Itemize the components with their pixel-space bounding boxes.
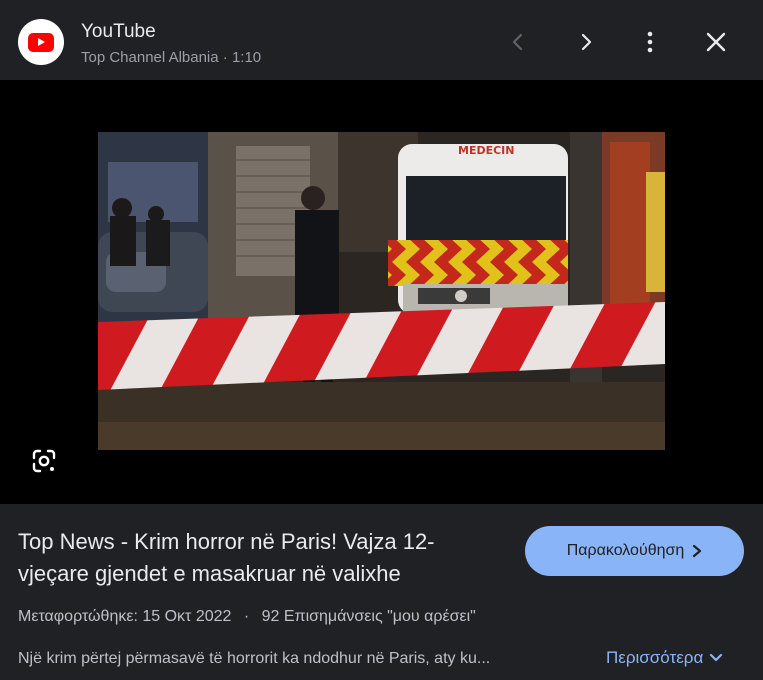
watch-button[interactable]: Παρακολούθηση (525, 526, 744, 576)
chevron-right-icon (693, 544, 702, 558)
more-vert-icon (647, 31, 653, 53)
google-lens-button[interactable] (25, 442, 63, 480)
header: YouTube Top Channel Albania · 1:10 (0, 0, 763, 80)
more-button[interactable]: Περισσότερα (606, 648, 723, 668)
upload-date: Μεταφορτώθηκε: 15 Οκτ 2022 (18, 608, 232, 625)
close-icon (706, 32, 726, 52)
like-count: 92 Επισημάνσεις "μου αρέσει" (261, 608, 476, 625)
source-meta: Top Channel Albania · 1:10 (81, 49, 261, 66)
youtube-logo[interactable] (18, 19, 64, 65)
youtube-logo-icon (28, 32, 54, 52)
close-button[interactable] (696, 22, 736, 62)
video-duration: 1:10 (231, 49, 262, 66)
more-options-button[interactable] (630, 22, 670, 62)
google-lens-icon (32, 449, 56, 473)
ambulance-label: MEDECIN (458, 144, 514, 157)
chevron-down-icon (710, 653, 723, 662)
channel-name[interactable]: Top Channel Albania (81, 49, 219, 66)
video-thumbnail[interactable]: MEDECIN (98, 132, 665, 450)
next-button[interactable] (566, 22, 606, 62)
chevron-right-icon (581, 33, 592, 51)
media-area: MEDECIN (0, 80, 763, 504)
chevron-left-icon (512, 33, 523, 51)
meta-dot: · (243, 608, 250, 625)
previous-button[interactable] (498, 22, 538, 62)
video-description: Një krim përtej përmasavë të horrorit ka… (18, 650, 491, 667)
video-title[interactable]: Top News - Krim horror në Paris! Vajza 1… (18, 526, 498, 590)
info-panel: Top News - Krim horror në Paris! Vajza 1… (0, 504, 763, 680)
video-meta: Μεταφορτώθηκε: 15 Οκτ 2022 · 92 Επισημάν… (18, 608, 476, 626)
source-name: YouTube (81, 21, 156, 42)
watch-button-label: Παρακολούθηση (566, 542, 685, 559)
more-button-label: Περισσότερα (606, 648, 704, 667)
meta-separator: · (222, 49, 228, 66)
thumbnail-scene: MEDECIN (98, 132, 665, 450)
